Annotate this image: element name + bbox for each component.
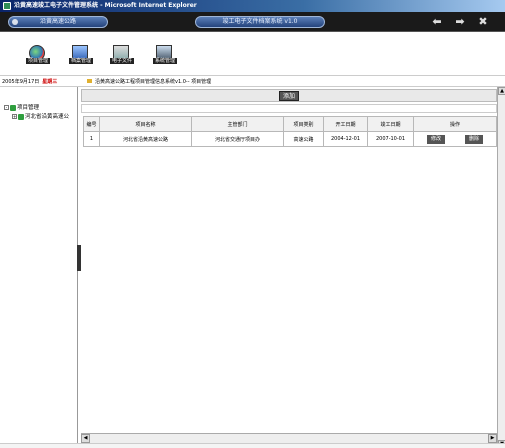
toolbar-archive-button[interactable]: 档案管理 xyxy=(63,45,97,69)
window-title: 沿黄高速竣工电子文件管理系统 - Microsoft Internet Expl… xyxy=(14,2,197,9)
table-header-row: 编号 项目名称 主管部门 项目类别 开工日期 竣工日期 操作 xyxy=(83,116,497,132)
col-header: 操作 xyxy=(413,116,497,132)
toolbar-label: 项目管理 xyxy=(26,58,51,64)
toolbar-system-button[interactable]: 系统管理 xyxy=(147,45,181,69)
cell-start: 2004-12-01 xyxy=(323,131,368,147)
col-header: 主管部门 xyxy=(191,116,284,132)
cell-category: 高速公路 xyxy=(283,131,324,147)
tree-node-icon xyxy=(10,104,16,111)
ie-app-icon xyxy=(3,2,11,10)
tree-expand-icon[interactable]: + xyxy=(12,114,17,119)
project-table: 编号 项目名称 主管部门 项目类别 开工日期 竣工日期 操作 1 河北省沿黄高速… xyxy=(83,116,497,147)
breadcrumb: 沿黄高速公路工程项目管理信息系统v1.0-- 项目管理 xyxy=(87,78,211,85)
cell-dept: 河北省交通厅项目办 xyxy=(191,131,284,147)
col-header: 项目类别 xyxy=(283,116,324,132)
status-bar xyxy=(0,443,505,448)
col-header: 开工日期 xyxy=(323,116,368,132)
tree-node-project-item[interactable]: + 河北省沿黄高速公 xyxy=(12,112,78,120)
date-display: 2005年9月17日 星期三 xyxy=(2,78,57,85)
cell-name: 河北省沿黄高速公路 xyxy=(99,131,192,147)
vertical-scrollbar[interactable]: ▲ ▼ xyxy=(497,87,505,448)
window-titlebar: 沿黄高速竣工电子文件管理系统 - Microsoft Internet Expl… xyxy=(0,0,505,12)
edit-button[interactable]: 修改 xyxy=(427,134,445,144)
toolbar-label: 电子文件 xyxy=(110,58,135,64)
date-text: 2005年9月17日 xyxy=(2,79,40,85)
scroll-left-icon[interactable]: ◀ xyxy=(81,434,90,443)
col-header: 编号 xyxy=(83,116,100,132)
cell-actions: 修改 删除 xyxy=(413,131,497,147)
toolbar-efile-button[interactable]: 电子文件 xyxy=(104,45,138,69)
pill-dot-icon xyxy=(12,19,18,25)
filter-bar xyxy=(81,104,497,113)
project-name: 沿黄高速公路 xyxy=(39,18,76,25)
back-arrow-icon[interactable]: ⬅ xyxy=(430,16,444,28)
col-header: 项目名称 xyxy=(99,116,192,132)
forward-arrow-icon[interactable]: ➡ xyxy=(453,16,467,28)
tree-node-icon xyxy=(18,113,24,120)
scroll-up-icon[interactable]: ▲ xyxy=(498,87,505,95)
toolbar-project-button[interactable]: 项目管理 xyxy=(20,45,54,69)
system-name-pill: 竣工电子文件档案系统 v1.0 xyxy=(195,16,325,28)
project-name-pill: 沿黄高速公路 xyxy=(8,16,108,28)
scroll-right-icon[interactable]: ▶ xyxy=(488,434,497,443)
system-name: 竣工电子文件档案系统 v1.0 xyxy=(222,18,298,25)
tree-node-label: 河北省沿黄高速公 xyxy=(25,114,70,120)
weekday-text: 星期三 xyxy=(42,79,58,85)
delete-button[interactable]: 删除 xyxy=(465,134,483,144)
close-x-icon[interactable]: ✖ xyxy=(476,16,490,28)
horizontal-scrollbar[interactable]: ◀ ▶ xyxy=(81,433,497,443)
tree-node-label: 项目管理 xyxy=(17,105,40,111)
add-button[interactable]: 添加 xyxy=(279,91,299,101)
toolbar-label: 档案管理 xyxy=(69,58,94,64)
action-bar: 添加 xyxy=(81,89,497,102)
col-header: 竣工日期 xyxy=(367,116,414,132)
main-toolbar: 项目管理 档案管理 电子文件 系统管理 xyxy=(0,33,505,71)
breadcrumb-text: 沿黄高速公路工程项目管理信息系统v1.0-- 项目管理 xyxy=(95,79,212,85)
sidebar-tree: - 项目管理 + 河北省沿黄高速公 xyxy=(0,87,78,448)
app-banner: 沿黄高速公路 竣工电子文件档案系统 v1.0 ⬅ ➡ ✖ xyxy=(0,12,505,32)
tree-expand-icon[interactable]: - xyxy=(4,105,9,110)
cell-no: 1 xyxy=(83,131,100,147)
cell-end: 2007-10-01 xyxy=(367,131,414,147)
folder-icon xyxy=(87,79,92,83)
toolbar-label: 系统管理 xyxy=(153,58,178,64)
table-row: 1 河北省沿黄高速公路 河北省交通厅项目办 高速公路 2004-12-01 20… xyxy=(83,131,497,147)
status-strip: 2005年9月17日 星期三 沿黄高速公路工程项目管理信息系统v1.0-- 项目管… xyxy=(0,75,505,87)
main-content: 添加 编号 项目名称 主管部门 项目类别 开工日期 竣工日期 操作 1 河北省沿… xyxy=(81,87,497,433)
tree-node-project-management[interactable]: - 项目管理 xyxy=(4,103,39,111)
